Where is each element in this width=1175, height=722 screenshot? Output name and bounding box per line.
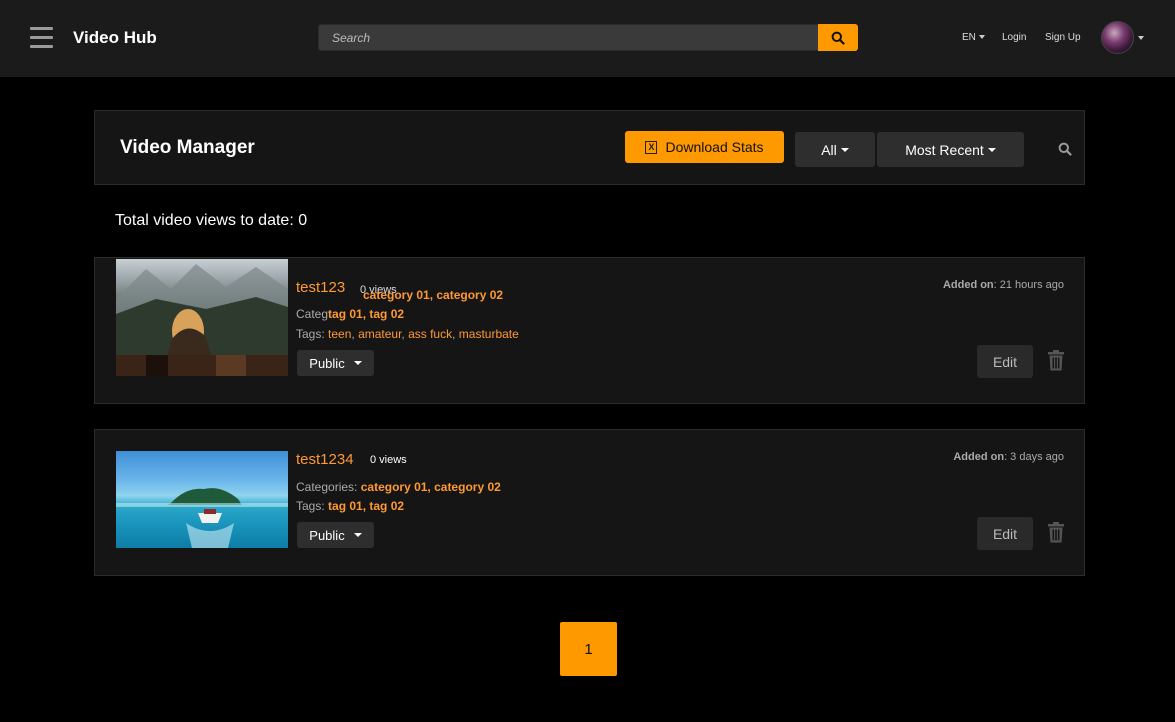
video-thumbnail[interactable] [116,451,288,548]
tags-row: Tags: teen, amateur, ass fuck, masturbat… [296,327,519,341]
signup-link[interactable]: Sign Up [1045,32,1081,43]
chevron-down-icon [987,147,996,152]
search-icon [831,31,845,45]
chevron-down-icon [353,361,362,365]
trash-icon[interactable] [1047,522,1065,543]
categories-links[interactable]: category 01, category 02 [361,480,501,494]
video-thumbnail[interactable] [116,259,288,376]
visibility-label: Public [309,355,345,371]
tags-label: Tags: [296,499,325,513]
tag-link[interactable]: amateur [358,327,401,341]
video-title-link[interactable]: test1234 [296,451,354,468]
language-selector[interactable]: EN [962,32,985,43]
avatar [1101,21,1134,54]
categories-row: Categtag 01, tag 02 [296,307,404,321]
tags-label: Tags: [296,327,325,341]
view-count: 0 views [370,454,407,466]
added-on-value: : 3 days ago [1004,451,1064,463]
video-card: test123 0 views category 01, category 02… [94,257,1085,404]
chevron-down-icon [840,147,849,152]
edit-button[interactable]: Edit [977,517,1033,550]
download-stats-button[interactable]: X Download Stats [625,131,784,163]
categories-value: category 01, category 02 [363,288,503,302]
brand-logo[interactable]: Video Hub [73,28,157,48]
thumbnail-image [116,264,288,376]
login-link[interactable]: Login [1002,32,1026,43]
added-on: Added on: 3 days ago [953,451,1064,463]
user-menu[interactable] [1101,21,1144,54]
tag-link[interactable]: ass fuck [408,327,452,341]
excel-icon: X [645,140,658,154]
categories-links[interactable]: category 01, category 02 [363,288,503,302]
added-on: Added on: 21 hours ago [943,279,1064,291]
added-on-value: : 21 hours ago [993,279,1064,291]
search-bar [318,24,858,51]
search-icon[interactable] [1058,142,1072,156]
visibility-dropdown[interactable]: Public [297,522,374,548]
trash-icon[interactable] [1047,350,1065,371]
filter-dropdown[interactable]: All [795,132,875,167]
categories-row: Categories: category 01, category 02 [296,480,501,494]
video-card: test1234 0 views Categories: category 01… [94,429,1085,576]
download-stats-label: Download Stats [665,139,764,155]
chevron-down-icon [353,533,362,537]
search-input[interactable] [318,24,818,51]
sort-dropdown[interactable]: Most Recent [877,132,1024,167]
visibility-dropdown[interactable]: Public [297,350,374,376]
tag-link[interactable]: masturbate [459,327,519,341]
visibility-label: Public [309,527,345,543]
menu-icon[interactable] [30,27,53,48]
thumbnail-image [116,488,288,548]
tags-links[interactable]: tag 01, tag 02 [328,499,404,513]
top-navbar: Video Hub EN Login Sign Up [0,0,1175,77]
video-title-link[interactable]: test123 [296,279,345,296]
categories-label: Categories: [296,480,358,494]
video-manager-header: Video Manager X Download Stats All Most … [94,110,1085,185]
added-on-label: Added on [942,279,994,291]
tags-links[interactable]: tag 01, tag 02 [328,307,404,321]
categories-label: Categ [296,307,329,321]
search-button[interactable] [818,24,858,51]
chevron-down-icon [978,35,985,40]
page-title: Video Manager [120,137,255,158]
sort-label: Most Recent [905,141,984,158]
chevron-down-icon [1138,35,1144,40]
total-views: Total video views to date: 0 [115,212,308,229]
language-label: EN [962,32,976,43]
edit-button[interactable]: Edit [977,345,1033,378]
added-on-label: Added on [953,451,1005,463]
pagination-page[interactable]: 1 [560,622,617,676]
filter-label: All [821,141,837,158]
tag-link[interactable]: teen [328,327,351,341]
tags-row: Tags: tag 01, tag 02 [296,499,404,513]
